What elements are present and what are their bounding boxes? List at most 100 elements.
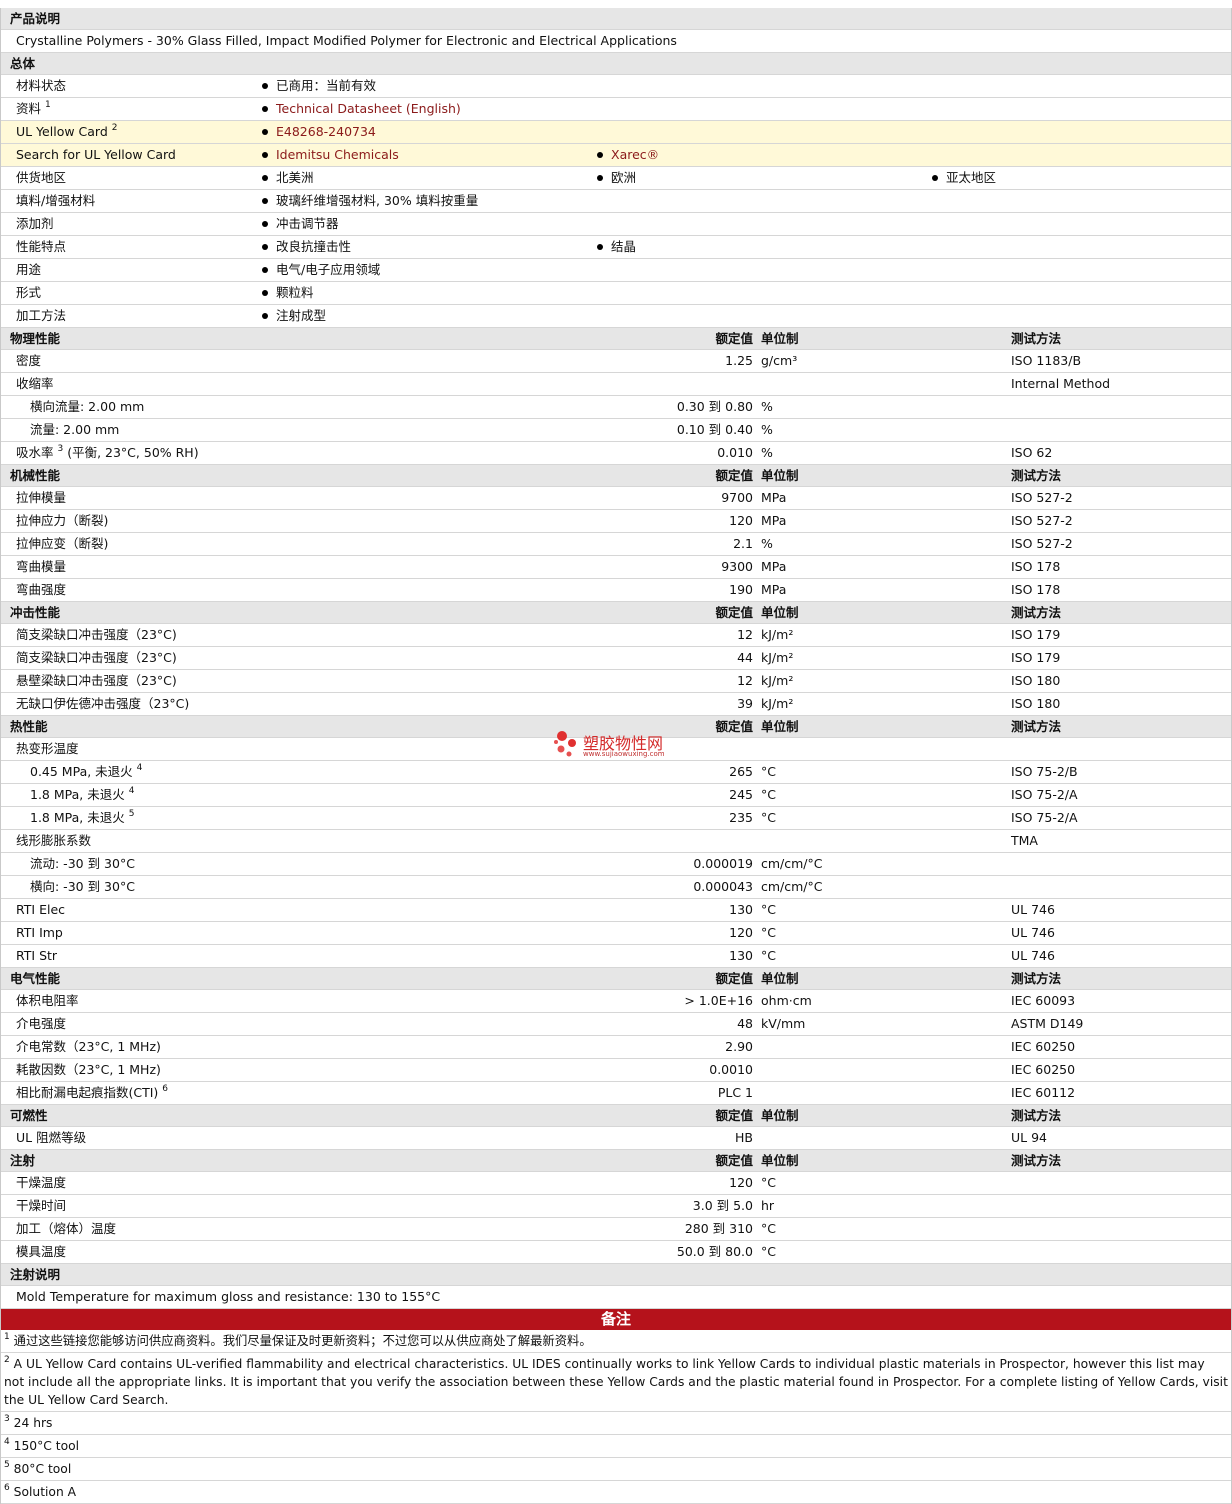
property-name: RTI Imp xyxy=(16,925,63,940)
footnote-text: 24 hrs xyxy=(13,1416,53,1430)
thermal-row: 线形膨胀系数 TMA xyxy=(1,830,1231,853)
property-name: RTI Elec xyxy=(16,902,66,917)
property-value: 12 xyxy=(737,627,753,642)
property-method: UL 746 xyxy=(1011,925,1055,940)
property-value: 0.10 到 0.40 xyxy=(676,422,753,437)
bullet-icon xyxy=(597,175,603,181)
property-method: TMA xyxy=(1011,833,1038,848)
general-form-row: 形式 颗粒料 xyxy=(1,282,1231,305)
property-value: 44 xyxy=(737,650,753,665)
property-unit: °C xyxy=(761,1175,776,1190)
impact-row: 简支梁缺口冲击强度（23°C) 44 kJ/m² ISO 179 xyxy=(1,647,1231,670)
injection-row: 加工（熔体）温度 280 到 310 °C xyxy=(1,1218,1231,1241)
footnote: 5 80°C tool xyxy=(1,1458,1231,1481)
injection-row: 模具温度 50.0 到 80.0 °C xyxy=(1,1241,1231,1264)
property-unit: °C xyxy=(761,1244,776,1259)
physical-row: 密度 1.25 g/cm³ ISO 1183/B xyxy=(1,350,1231,373)
general-process-row: 加工方法 注射成型 xyxy=(1,305,1231,328)
mechanical-row: 拉伸模量 9700 MPa ISO 527-2 xyxy=(1,487,1231,510)
property-label: 介电常数（23°C, 1 MHz) xyxy=(16,1036,161,1058)
general-status-row: 材料状态 已商用：当前有效 xyxy=(1,75,1231,98)
footnote: 4 150°C tool xyxy=(1,1435,1231,1458)
properties-tables: 物理性能 额定值 单位制 测试方法 密度 1.25 g/cm³ ISO 1183/B 收缩率 In… xyxy=(1,328,1231,1309)
section-mechanical: 机械性能 额定值 单位制 测试方法 xyxy=(1,465,1231,487)
property-name: 体积电阻率 xyxy=(16,993,79,1008)
property-name: 收缩率 xyxy=(16,376,54,391)
general-filler-row: 填料/增强材料 玻璃纤维增强材料, 30% 填料按重量 xyxy=(1,190,1231,213)
general-additive-row: 添加剂 冲击调节器 xyxy=(1,213,1231,236)
section-general: 总体 xyxy=(1,53,1231,75)
property-unit: °C xyxy=(761,764,776,779)
footnote: 2 A UL Yellow Card contains UL-verified … xyxy=(1,1353,1231,1412)
property-unit: % xyxy=(761,536,773,551)
thermal-row: RTI Elec 130 °C UL 746 xyxy=(1,899,1231,922)
property-label: 弯曲强度 xyxy=(16,579,66,601)
property-value: 2.90 xyxy=(725,1039,753,1054)
property-label: 收缩率 xyxy=(16,373,54,395)
property-label: 模具温度 xyxy=(16,1241,66,1263)
property-value: 265 xyxy=(729,764,753,779)
property-label: 悬壁梁缺口冲击强度（23°C) xyxy=(16,670,177,692)
idemitsu-link[interactable]: Idemitsu Chemicals xyxy=(276,147,399,162)
thermal-row: 0.45 MPa, 未退火 4 265 °C ISO 75-2/B xyxy=(1,761,1231,784)
mechanical-row: 拉伸应变（断裂) 2.1% ISO 527-2 xyxy=(1,533,1231,556)
general-docs-row: 资料 1 Technical Datasheet (English) xyxy=(1,98,1231,121)
section-flammability: 可燃性 额定值 单位制 测试方法 xyxy=(1,1105,1231,1127)
property-value: 120 xyxy=(729,1175,753,1190)
property-value: 2.1 xyxy=(733,536,753,551)
header-value: 额定值 xyxy=(715,605,753,620)
property-name: 流动: -30 到 30°C xyxy=(30,856,135,871)
property-unit: °C xyxy=(761,810,776,825)
injection-note-row: Mold Temperature for maximum gloss and r… xyxy=(1,1286,1231,1309)
property-method: IEC 60250 xyxy=(1011,1039,1076,1054)
property-method: ISO 527-2 xyxy=(1011,490,1073,505)
property-name: 拉伸应力（断裂) xyxy=(16,513,109,528)
footnote-text: 通过这些链接您能够访问供应商资料。我们尽量保证及时更新资料；不过您可以从供应商处… xyxy=(13,1334,592,1348)
footnote-text: 80°C tool xyxy=(13,1462,72,1476)
property-value: 235 xyxy=(729,810,753,825)
mechanical-row: 拉伸应力（断裂) 120 MPa ISO 527-2 xyxy=(1,510,1231,533)
physical-row: 收缩率 Internal Method xyxy=(1,373,1231,396)
property-value: 0.000019 xyxy=(693,856,753,871)
footnote-text: A UL Yellow Card contains UL-verified fl… xyxy=(4,1357,1228,1407)
bullet-icon xyxy=(262,290,268,296)
watermark: 塑胶物性网 www.sujiaowuxing.com xyxy=(553,728,665,763)
property-name: 弯曲模量 xyxy=(16,559,67,574)
header-value: 额定值 xyxy=(715,971,753,986)
property-name: 1.8 MPa, 未退火 xyxy=(30,810,125,825)
section-title: 注射 xyxy=(10,1153,36,1168)
property-value: HB xyxy=(735,1130,753,1145)
xarec-link[interactable]: Xarec® xyxy=(611,147,659,162)
property-name: 1.8 MPa, 未退火 xyxy=(30,787,125,802)
search-ul-card-row: Search for UL Yellow Card Idemitsu Chemi… xyxy=(1,144,1231,167)
property-value: 280 到 310 xyxy=(684,1221,753,1236)
section-title: 物理性能 xyxy=(10,331,61,346)
section-product-description: 产品说明 xyxy=(1,8,1231,30)
technical-datasheet-link[interactable]: Technical Datasheet (English) xyxy=(276,101,461,116)
property-label: RTI Imp xyxy=(16,922,63,944)
property-value: 48 xyxy=(737,1016,753,1031)
ul-card-link[interactable]: E48268-240734 xyxy=(276,124,376,139)
footnote: 3 24 hrs xyxy=(1,1412,1231,1435)
property-unit: MPa xyxy=(761,490,787,505)
property-label: 干燥温度 xyxy=(16,1172,66,1194)
bullet-icon xyxy=(262,313,268,319)
property-value: 39 xyxy=(737,696,753,711)
property-label: 无缺口伊佐德冲击强度（23°C) xyxy=(16,693,189,715)
header-method: 测试方法 xyxy=(1011,719,1062,734)
footnote-ref: 4 xyxy=(136,763,143,773)
header-method: 测试方法 xyxy=(1011,971,1062,986)
property-unit: kV/mm xyxy=(761,1016,806,1031)
header-method: 测试方法 xyxy=(1011,1153,1062,1168)
property-method: UL 94 xyxy=(1011,1130,1047,1145)
property-label: 0.45 MPa, 未退火 4 xyxy=(30,761,142,783)
property-method: ISO 75-2/B xyxy=(1011,764,1078,779)
property-label: 流量: 2.00 mm xyxy=(30,419,119,441)
header-unit: 单位制 xyxy=(761,971,799,986)
property-unit: ohm·cm xyxy=(761,993,812,1008)
property-value: 0.000043 xyxy=(693,879,753,894)
property-name: 介电强度 xyxy=(16,1016,67,1031)
notes-header: 备注 xyxy=(1,1309,1231,1330)
property-unit: % xyxy=(761,445,773,460)
flammability-row: UL 阻燃等级 HB UL 94 xyxy=(1,1127,1231,1150)
